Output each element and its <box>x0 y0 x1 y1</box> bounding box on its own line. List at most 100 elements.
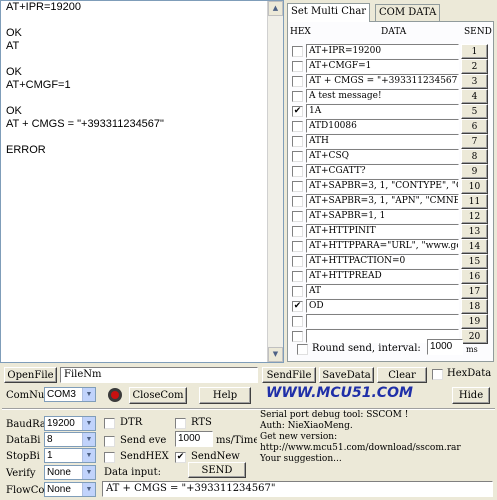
hex-checkbox[interactable] <box>292 76 303 87</box>
hex-checkbox[interactable] <box>292 331 303 342</box>
multi-send-button[interactable]: 14 <box>461 239 488 254</box>
flow-control-select[interactable]: None ▼ <box>44 482 96 497</box>
multi-send-button[interactable]: 6 <box>461 119 488 134</box>
hex-data-checkbox[interactable] <box>432 369 443 380</box>
multi-data-input[interactable]: AT+SAPBR=1, 1 <box>306 209 459 223</box>
save-data-button[interactable]: SaveData <box>319 367 374 383</box>
baud-select[interactable]: 19200 ▼ <box>44 416 96 431</box>
receive-line <box>1 14 283 27</box>
multi-send-button[interactable]: 9 <box>461 164 488 179</box>
multi-send-button[interactable]: 13 <box>461 224 488 239</box>
hex-checkbox[interactable] <box>292 121 303 132</box>
multi-send-button[interactable]: 3 <box>461 74 488 89</box>
tab-set-multi-char[interactable]: Set Multi Char <box>287 3 371 22</box>
hex-checkbox[interactable] <box>292 61 303 72</box>
hex-checkbox[interactable] <box>292 166 303 177</box>
multi-send-button[interactable]: 17 <box>461 284 488 299</box>
multi-data-input[interactable]: AT+HTTPPARA="URL", "www.goo <box>306 239 459 253</box>
multi-data-input[interactable]: AT <box>306 284 459 298</box>
multi-send-button[interactable]: 10 <box>461 179 488 194</box>
rts-checkbox[interactable] <box>175 418 186 429</box>
verify-select[interactable]: None ▼ <box>44 465 96 480</box>
send-hex-label: SendHEX <box>120 451 169 462</box>
multi-send-button[interactable]: 8 <box>461 149 488 164</box>
file-name-input[interactable]: FileNm <box>60 367 258 383</box>
multi-data-input[interactable] <box>306 314 459 328</box>
send-hex-checkbox[interactable] <box>104 452 115 463</box>
send-new-checkbox[interactable]: ✔ <box>175 452 186 463</box>
multi-data-input[interactable]: 1A <box>306 104 459 118</box>
send-button[interactable]: SEND <box>188 462 246 478</box>
multi-send-button[interactable]: 15 <box>461 254 488 269</box>
multi-data-input[interactable]: AT+IPR=19200 <box>306 44 459 58</box>
open-file-button[interactable]: OpenFile <box>4 367 57 383</box>
stop-bits-label: StopBi <box>6 451 40 462</box>
dtr-checkbox[interactable] <box>104 418 115 429</box>
multi-send-button[interactable]: 5 <box>461 104 488 119</box>
hex-checkbox[interactable] <box>292 151 303 162</box>
hex-checkbox[interactable] <box>292 241 303 252</box>
hex-checkbox[interactable]: ✔ <box>292 106 303 117</box>
multi-data-input[interactable]: AT+CSQ <box>306 149 459 163</box>
send-every-checkbox[interactable] <box>104 436 115 447</box>
multi-data-input[interactable]: AT + CMGS = "+393311234567" <box>306 74 459 88</box>
tab-com-data[interactable]: COM DATA <box>375 4 441 21</box>
clear-button[interactable]: Clear <box>377 367 427 383</box>
hide-button[interactable]: Hide <box>452 387 490 404</box>
multi-send-button[interactable]: 2 <box>461 59 488 74</box>
verify-label: Verify <box>6 468 36 479</box>
scroll-up-icon[interactable]: ▲ <box>268 1 283 16</box>
close-com-button[interactable]: CloseCom <box>129 387 187 404</box>
hex-checkbox[interactable] <box>292 226 303 237</box>
multi-send-button[interactable]: 16 <box>461 269 488 284</box>
hex-checkbox[interactable]: ✔ <box>292 301 303 312</box>
com-select[interactable]: COM3 ▼ <box>44 387 96 402</box>
data-input-field[interactable]: AT + CMGS = "+393311234567" <box>102 481 493 497</box>
receive-line: AT + CMGS = "+393311234567" <box>6 118 164 130</box>
chevron-down-icon: ▼ <box>82 483 95 496</box>
rts-label: RTS <box>191 417 212 428</box>
multi-send-button[interactable]: 1 <box>461 44 488 59</box>
stop-bits-select[interactable]: 1 ▼ <box>44 448 96 463</box>
multi-send-button[interactable]: 20 <box>461 329 488 344</box>
data-bits-select[interactable]: 8 ▼ <box>44 432 96 447</box>
hex-checkbox[interactable] <box>292 196 303 207</box>
multi-data-input[interactable]: A test message! <box>306 89 459 103</box>
send-file-button[interactable]: SendFile <box>262 367 316 383</box>
hex-checkbox[interactable] <box>292 91 303 102</box>
multi-send-button[interactable]: 18 <box>461 299 488 314</box>
multi-data-input[interactable]: AT+CMGF=1 <box>306 59 459 73</box>
hex-checkbox[interactable] <box>292 256 303 267</box>
multi-data-input[interactable]: AT+HTTPINIT <box>306 224 459 238</box>
send-interval-unit: ms/Time <box>216 435 260 446</box>
multi-data-input[interactable]: ATD10086 <box>306 119 459 133</box>
hex-checkbox[interactable] <box>292 271 303 282</box>
hex-checkbox[interactable] <box>292 181 303 192</box>
hex-checkbox[interactable] <box>292 46 303 57</box>
multi-data-input[interactable]: AT+SAPBR=3, 1, "APN", "CMNET" <box>306 194 459 208</box>
multi-send-button[interactable]: 4 <box>461 89 488 104</box>
data-input-label: Data input: <box>104 467 162 478</box>
scroll-down-icon[interactable]: ▼ <box>268 347 283 362</box>
multi-data-input[interactable]: AT+HTTPACTION=0 <box>306 254 459 268</box>
multi-send-button[interactable]: 12 <box>461 209 488 224</box>
receive-scrollbar[interactable]: ▲ ▼ <box>267 1 283 362</box>
multi-send-button[interactable]: 19 <box>461 314 488 329</box>
multi-send-button[interactable]: 7 <box>461 134 488 149</box>
hex-checkbox[interactable] <box>292 136 303 147</box>
hex-checkbox[interactable] <box>292 286 303 297</box>
help-button[interactable]: Help <box>199 387 251 404</box>
round-send-checkbox[interactable] <box>297 344 308 355</box>
multi-data-input[interactable]: OD <box>306 299 459 313</box>
chevron-down-icon: ▼ <box>82 433 95 446</box>
round-interval-input[interactable]: 1000 <box>427 339 463 355</box>
hex-checkbox[interactable] <box>292 316 303 327</box>
multi-send-button[interactable]: 11 <box>461 194 488 209</box>
multi-data-input[interactable]: ATH <box>306 134 459 148</box>
multi-data-input[interactable]: AT+HTTPREAD <box>306 269 459 283</box>
multi-data-input[interactable]: AT+CGATT? <box>306 164 459 178</box>
send-interval-input[interactable]: 1000 <box>175 431 213 447</box>
receive-textarea[interactable]: AT+IPR=19200 OK AT OK AT+CMGF=1 OK AT + CMGS =… <box>0 0 284 363</box>
hex-checkbox[interactable] <box>292 211 303 222</box>
multi-data-input[interactable]: AT+SAPBR=3, 1, "CONTYPE", "GPRS" <box>306 179 459 193</box>
